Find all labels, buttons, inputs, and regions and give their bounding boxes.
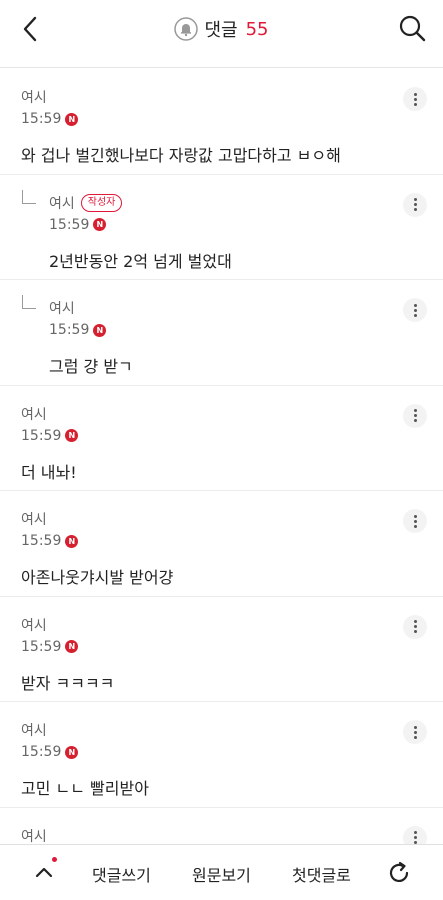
title-label: 댓글	[204, 20, 238, 41]
comment-author[interactable]: 여시	[21, 87, 47, 107]
chevron-up-icon[interactable]	[30, 859, 58, 887]
comment-text: 고민 ㄴㄴ 빨리받아	[21, 779, 149, 798]
more-options-icon[interactable]	[403, 87, 427, 111]
notification-dot	[52, 857, 57, 862]
more-options-icon[interactable]	[403, 192, 427, 217]
new-badge: N	[93, 323, 107, 337]
bottom-toolbar: 댓글쓰기 원문보기 첫댓글로	[0, 844, 443, 900]
comment-text: 그럼 걍 받ㄱ	[49, 357, 133, 376]
comment-text: 2년반동안 2억 넘게 벌었대	[49, 251, 232, 271]
new-badge: N	[65, 534, 79, 548]
comment-author[interactable]: 여시	[21, 720, 47, 740]
search-icon[interactable]	[395, 11, 429, 45]
comment-author[interactable]: 여시	[49, 193, 75, 213]
comment-item: 여시 15:59 N 받자 ㅋㅋㅋㅋ	[0, 597, 443, 702]
comment-time: 15:59	[21, 427, 62, 444]
new-badge: N	[65, 429, 79, 442]
write-comment-button[interactable]: 댓글쓰기	[92, 862, 151, 886]
comment-item: 여시 15:59 N 더 내놔!	[0, 386, 443, 491]
more-options-icon[interactable]	[403, 614, 427, 639]
refresh-icon[interactable]	[385, 859, 413, 887]
comment-item: 여시 15:59 N 와 겁나 벌긴했나보다 자랑값 고맙다하고 ㅂㅇ해	[0, 69, 443, 175]
reply-item: 여시 작성자 15:59 N 2년반동안 2억 넘게 벌었대	[0, 175, 443, 280]
new-badge: N	[65, 640, 79, 653]
more-options-icon[interactable]	[403, 509, 427, 533]
top-header: 댓글 55	[0, 0, 443, 68]
comment-author[interactable]: 여시	[21, 404, 47, 424]
comment-text: 받자 ㅋㅋㅋㅋ	[21, 673, 115, 693]
more-options-icon[interactable]	[403, 298, 427, 322]
first-comment-button[interactable]: 첫댓글로	[292, 862, 351, 886]
new-badge: N	[93, 218, 107, 231]
more-options-icon[interactable]	[403, 720, 427, 744]
reply-arrow-icon	[22, 189, 36, 204]
comment-time: 15:59	[21, 533, 62, 549]
more-options-icon[interactable]	[403, 403, 427, 428]
new-badge: N	[65, 112, 79, 126]
comment-count: 55	[245, 18, 269, 40]
view-original-button[interactable]: 원문보기	[192, 862, 251, 886]
comment-text: 아존나웃갸시발 받어걍	[21, 568, 174, 587]
comment-time: 15:59	[21, 744, 62, 760]
comment-time: 15:59	[21, 638, 62, 655]
comment-text: 더 내놔!	[21, 462, 77, 482]
comment-text: 와 겁나 벌긴했나보다 자랑값 고맙다하고 ㅂㅇ해	[21, 146, 341, 165]
comment-time: 15:59	[49, 322, 90, 338]
comment-author[interactable]: 여시	[21, 826, 47, 846]
reply-arrow-icon	[22, 295, 36, 309]
comment-time: 15:59	[21, 111, 62, 127]
comment-item: 여시 15:59 N 아존나웃갸시발 받어걍	[0, 491, 443, 597]
comment-author[interactable]: 여시	[21, 615, 47, 635]
comment-item: 여시 15:59 N 고민 ㄴㄴ 빨리받아	[0, 702, 443, 808]
comment-author[interactable]: 여시	[49, 298, 75, 318]
bell-icon[interactable]	[174, 17, 199, 41]
page-title: 댓글 55	[0, 14, 443, 44]
comment-list: 여시 15:59 N 와 겁나 벌긴했나보다 자랑값 고맙다하고 ㅂㅇ해 여시 작성…	[0, 69, 443, 900]
new-badge: N	[65, 745, 79, 759]
comment-time: 15:59	[49, 216, 90, 233]
reply-item: 여시 15:59 N 그럼 걍 받ㄱ	[0, 280, 443, 386]
author-op-badge: 작성자	[80, 193, 123, 212]
comment-author[interactable]: 여시	[21, 509, 47, 529]
